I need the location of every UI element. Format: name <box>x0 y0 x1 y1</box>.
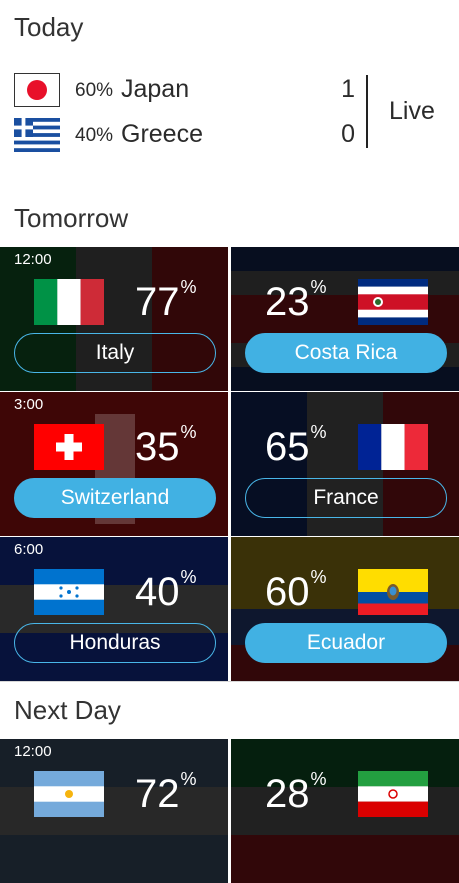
match-team-cell-switzerland[interactable]: 3:00 35% Switzerland <box>0 392 228 536</box>
japan-flag-icon <box>14 73 60 107</box>
match-team-cell-argentina[interactable]: 12:00 72% <box>0 739 228 883</box>
iran-flag-icon <box>358 771 428 817</box>
win-percent: 23% <box>265 277 327 324</box>
team-percent: 40% <box>75 125 114 146</box>
match-time: 3:00 <box>14 396 44 413</box>
greece-flag-icon <box>14 118 60 152</box>
argentina-flag-icon <box>34 771 104 817</box>
match-card: 12:00 77% Italy 23% Costa Rica <box>0 247 459 391</box>
pick-costa-rica-button[interactable]: Costa Rica <box>245 333 447 373</box>
match-team-cell-italy[interactable]: 12:00 77% Italy <box>0 247 228 391</box>
tomorrow-title: Tomorrow <box>14 203 129 233</box>
pick-honduras-button[interactable]: Honduras <box>14 623 216 663</box>
pick-france-button[interactable]: France <box>245 478 447 518</box>
win-percent: 60% <box>265 567 327 614</box>
win-percent: 65% <box>265 422 327 469</box>
match-card: 6:00 40% Honduras 60% Ecuador <box>0 537 459 681</box>
today-title: Today <box>14 12 84 42</box>
costa-rica-flag-icon <box>358 279 428 325</box>
team-score: 0 <box>341 120 355 148</box>
win-percent: 40% <box>135 567 197 614</box>
live-status-label: Live <box>389 97 435 125</box>
win-percent: 35% <box>135 422 197 469</box>
match-team-cell-honduras[interactable]: 6:00 40% Honduras <box>0 537 228 681</box>
score-divider <box>366 75 368 148</box>
match-time: 12:00 <box>14 743 52 760</box>
match-team-cell-costa-rica[interactable]: 23% Costa Rica <box>231 247 459 391</box>
team-name: Japan <box>121 75 190 103</box>
match-team-cell-france[interactable]: 65% France <box>231 392 459 536</box>
win-percent: 77% <box>135 277 197 324</box>
win-percent: 72% <box>135 769 197 816</box>
honduras-flag-icon <box>34 569 104 615</box>
match-time: 12:00 <box>14 251 52 268</box>
team-percent: 60% <box>75 80 114 101</box>
italy-flag-icon <box>34 279 104 325</box>
team-name: Greece <box>121 120 203 148</box>
match-card: 3:00 35% Switzerland 65% France <box>0 392 459 536</box>
switzerland-flag-icon <box>34 424 104 470</box>
match-card: 12:00 72% 28% <box>0 739 459 883</box>
match-team-cell-ecuador[interactable]: 60% Ecuador <box>231 537 459 681</box>
france-flag-icon <box>358 424 428 470</box>
match-time: 6:00 <box>14 541 44 558</box>
pick-switzerland-button[interactable]: Switzerland <box>14 478 216 518</box>
pick-ecuador-button[interactable]: Ecuador <box>245 623 447 663</box>
match-team-cell-iran[interactable]: 28% <box>231 739 459 883</box>
pick-italy-button[interactable]: Italy <box>14 333 216 373</box>
section-divider <box>0 681 459 682</box>
ecuador-flag-icon <box>358 569 428 615</box>
next-day-title: Next Day <box>14 695 121 725</box>
team-score: 1 <box>341 75 355 103</box>
win-percent: 28% <box>265 769 327 816</box>
